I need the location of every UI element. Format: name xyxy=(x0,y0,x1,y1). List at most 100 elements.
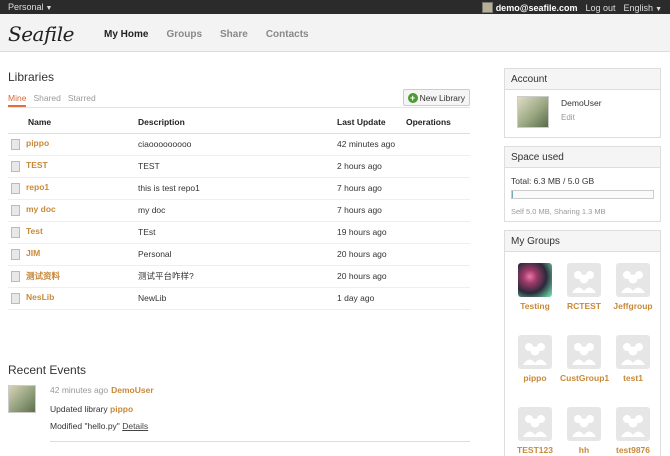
group-avatar[interactable] xyxy=(567,407,601,441)
group-name-link[interactable]: RCTEST xyxy=(560,301,608,312)
language-menu[interactable]: English ▼ xyxy=(624,3,662,13)
cell-last-update: 1 day ago xyxy=(337,287,406,310)
seafile-logo[interactable]: Seafile xyxy=(8,22,75,46)
group-avatar[interactable] xyxy=(518,407,552,441)
group-item[interactable]: test1 xyxy=(609,335,657,384)
library-icon xyxy=(11,182,20,194)
group-avatar[interactable] xyxy=(616,263,650,297)
event-avatar[interactable] xyxy=(8,385,36,413)
user-menu[interactable]: demo@seafile.com xyxy=(481,2,578,13)
account-edit-link[interactable]: Edit xyxy=(561,113,575,122)
group-name-link[interactable]: CustGroup1 xyxy=(560,373,609,384)
library-name-link[interactable]: JIM xyxy=(26,248,40,258)
event-user-link[interactable]: DemoUser xyxy=(111,385,154,395)
cell-name: TEST xyxy=(8,155,138,178)
recent-events-title: Recent Events xyxy=(8,363,87,377)
group-item[interactable]: RCTEST xyxy=(560,263,608,312)
cell-last-update: 7 hours ago xyxy=(337,177,406,200)
nav-share[interactable]: Share xyxy=(220,29,248,40)
event-modified-text: Modified "hello.py" xyxy=(50,421,120,431)
event-library-link[interactable]: pippo xyxy=(110,404,133,414)
group-name-link[interactable]: Jeffgroup xyxy=(609,301,657,312)
group-name-link[interactable]: Testing xyxy=(511,301,559,312)
group-avatar[interactable] xyxy=(518,263,552,297)
library-icon xyxy=(11,160,20,172)
group-item[interactable]: CustGroup1 xyxy=(560,335,609,384)
group-name-link[interactable]: TEST123 xyxy=(511,445,559,456)
group-item[interactable]: Testing xyxy=(511,263,559,312)
library-icon xyxy=(11,226,20,238)
event-time: 42 minutes ago xyxy=(50,385,109,395)
tab-divider xyxy=(8,107,470,108)
account-panel: Account DemoUser Edit xyxy=(504,68,661,138)
library-icon xyxy=(11,138,20,150)
caret-down-icon: ▼ xyxy=(45,5,53,12)
library-name-link[interactable]: 测试资料 xyxy=(26,271,60,281)
library-tabs: Mine Shared Starred xyxy=(8,93,96,107)
space-title: Space used xyxy=(505,147,660,168)
libraries-title: Libraries xyxy=(8,70,55,84)
space-progress-fill xyxy=(512,191,513,198)
group-avatar[interactable] xyxy=(567,263,601,297)
group-name-link[interactable]: pippo xyxy=(511,373,559,384)
cell-operations xyxy=(406,243,470,266)
library-icon xyxy=(11,204,20,216)
tab-starred[interactable]: Starred xyxy=(68,93,96,107)
table-row[interactable]: TEST TEST 2 hours ago xyxy=(8,155,470,178)
tab-shared[interactable]: Shared xyxy=(33,93,60,107)
account-title: Account xyxy=(505,69,660,90)
cell-description: NewLib xyxy=(138,287,337,310)
new-library-button[interactable]: + New Library xyxy=(402,89,470,106)
cell-operations xyxy=(406,177,470,200)
personal-menu[interactable]: Personal ▼ xyxy=(8,2,52,12)
library-icon xyxy=(11,248,20,260)
logout-link[interactable]: Log out xyxy=(586,3,616,13)
cell-operations xyxy=(406,265,470,288)
library-name-link[interactable]: Test xyxy=(26,226,43,236)
group-name-link[interactable]: test1 xyxy=(609,373,657,384)
library-name-link[interactable]: NesLib xyxy=(26,292,54,302)
group-people-icon xyxy=(523,343,547,365)
cell-description: this is test repo1 xyxy=(138,177,337,200)
account-avatar[interactable] xyxy=(517,96,549,128)
group-item[interactable]: hh xyxy=(560,407,608,456)
col-last-update[interactable]: Last Update xyxy=(337,112,406,134)
group-name-link[interactable]: test9876 xyxy=(609,445,657,456)
event-details-link[interactable]: Details xyxy=(122,421,148,431)
group-item[interactable]: pippo xyxy=(511,335,559,384)
user-email: demo@seafile.com xyxy=(495,3,578,13)
table-row[interactable]: Test TEst 19 hours ago xyxy=(8,221,470,244)
nav-contacts[interactable]: Contacts xyxy=(266,29,309,40)
group-avatar[interactable] xyxy=(567,335,601,369)
table-row[interactable]: repo1 this is test repo1 7 hours ago xyxy=(8,177,470,200)
header: Seafile My Home Groups Share Contacts xyxy=(0,14,670,52)
space-detail: Self 5.0 MB, Sharing 1.3 MB xyxy=(511,207,606,216)
group-item[interactable]: Jeffgroup xyxy=(609,263,657,312)
nav-my-home[interactable]: My Home xyxy=(104,29,148,40)
library-name-link[interactable]: pippo xyxy=(26,138,49,148)
library-icon xyxy=(11,292,20,304)
table-row[interactable]: 测试资料 测试平台咋样? 20 hours ago xyxy=(8,265,470,288)
group-avatar[interactable] xyxy=(616,407,650,441)
main-nav: My Home Groups Share Contacts xyxy=(104,29,309,40)
library-icon xyxy=(11,271,20,283)
tab-mine[interactable]: Mine xyxy=(8,93,27,107)
table-row[interactable]: pippo ciaooooooooo 42 minutes ago xyxy=(8,133,470,156)
group-avatar[interactable] xyxy=(616,335,650,369)
group-item[interactable]: test9876 xyxy=(609,407,657,456)
col-name[interactable]: Name xyxy=(8,112,138,134)
group-item[interactable]: TEST123 xyxy=(511,407,559,456)
library-name-link[interactable]: my doc xyxy=(26,204,56,214)
library-name-link[interactable]: TEST xyxy=(26,160,48,170)
table-row[interactable]: JIM Personal 20 hours ago xyxy=(8,243,470,266)
group-avatar[interactable] xyxy=(518,335,552,369)
nav-groups[interactable]: Groups xyxy=(166,29,202,40)
table-row[interactable]: my doc my doc 7 hours ago xyxy=(8,199,470,222)
cell-last-update: 20 hours ago xyxy=(337,265,406,288)
cell-description: 测试平台咋样? xyxy=(138,265,337,288)
plus-icon: + xyxy=(407,92,418,103)
group-name-link[interactable]: hh xyxy=(560,445,608,456)
cell-name: pippo xyxy=(8,133,138,156)
library-name-link[interactable]: repo1 xyxy=(26,182,49,192)
table-row[interactable]: NesLib NewLib 1 day ago xyxy=(8,287,470,310)
